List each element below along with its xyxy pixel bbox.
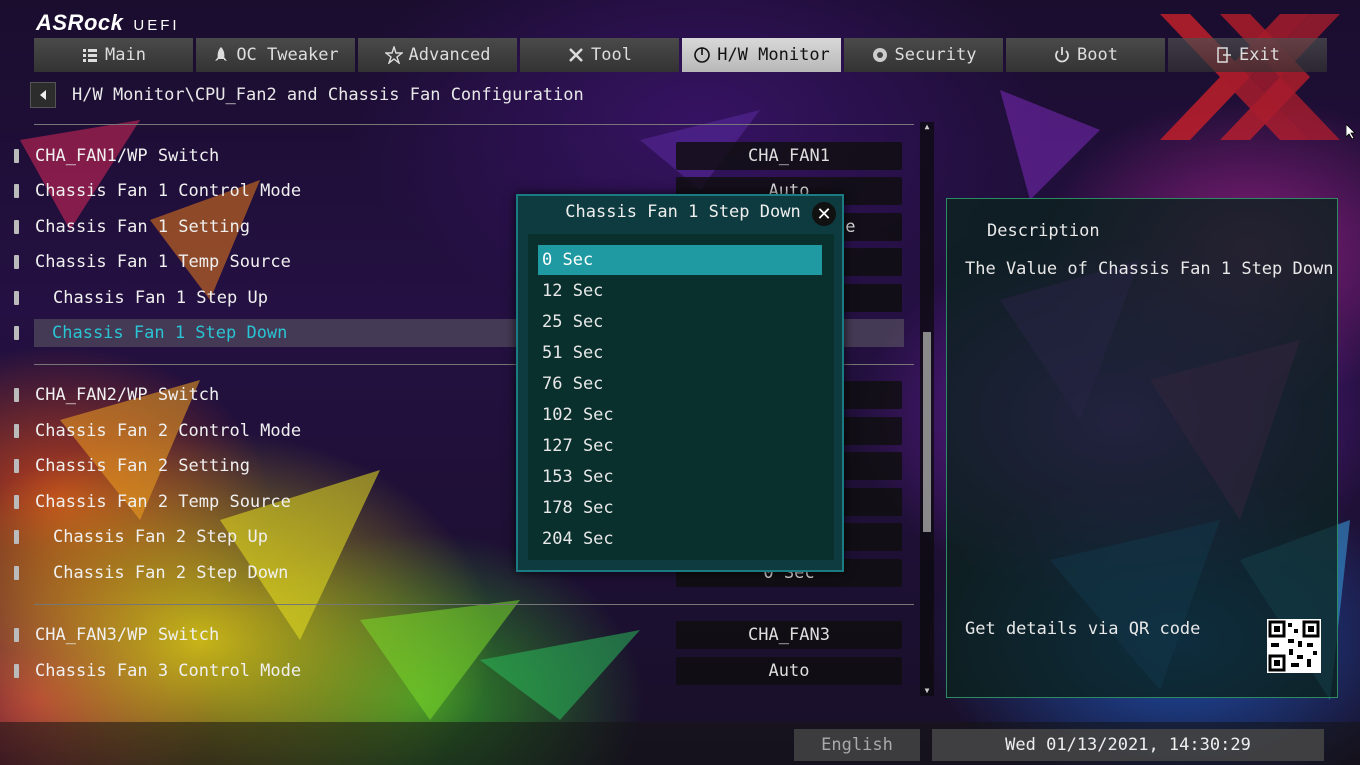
tab-hw-monitor[interactable]: H/W Monitor: [682, 38, 841, 72]
tab-exit-label: Exit: [1239, 45, 1280, 65]
watermark-logo: [1160, 14, 1340, 140]
divider: [34, 124, 914, 125]
language-button[interactable]: English: [794, 729, 920, 761]
setting-label: Chassis Fan 2 Setting: [35, 456, 250, 476]
row-marker: [14, 326, 19, 340]
row-marker: [14, 530, 19, 544]
option-item[interactable]: 178 Sec: [538, 493, 822, 523]
tab-security-label: Security: [894, 45, 977, 65]
qr-caption: Get details via QR code: [965, 619, 1201, 639]
tab-hw-monitor-label: H/W Monitor: [717, 45, 830, 65]
monitor-icon: [694, 47, 711, 63]
setting-label: Chassis Fan 3 Control Mode: [35, 661, 302, 681]
power-icon: [1055, 47, 1069, 63]
setting-label: Chassis Fan 2 Step Down: [53, 563, 289, 583]
setting-row[interactable]: CHA_FAN1/WP Switch CHA_FAN1: [14, 142, 914, 170]
main-nav: Main OC Tweaker Advanced Tool H/W Monito…: [34, 38, 1327, 72]
option-item[interactable]: 76 Sec: [538, 369, 822, 399]
setting-label: CHA_FAN3/WP Switch: [35, 625, 220, 645]
shield-icon: [872, 48, 887, 62]
breadcrumb-path: H/W Monitor\CPU_Fan2 and Chassis Fan Con…: [72, 85, 584, 105]
row-marker: [14, 424, 19, 438]
star-icon: [384, 46, 403, 64]
rocket-icon: [215, 47, 228, 61]
description-text: The Value of Chassis Fan 1 Step Down: [965, 259, 1334, 279]
back-arrow-icon: [40, 90, 46, 100]
tab-boot-label: Boot: [1077, 45, 1118, 65]
option-item[interactable]: 51 Sec: [538, 338, 822, 368]
setting-label: Chassis Fan 2 Step Up: [53, 527, 268, 547]
option-item[interactable]: 153 Sec: [538, 462, 822, 492]
list-icon: [83, 49, 98, 62]
qr-code-icon: [1267, 619, 1321, 673]
setting-label: Chassis Fan 1 Control Mode: [35, 181, 302, 201]
datetime-display: Wed 01/13/2021, 14:30:29: [932, 729, 1324, 761]
tab-main[interactable]: Main: [34, 38, 193, 72]
setting-label: CHA_FAN1/WP Switch: [35, 146, 220, 166]
tab-oc-tweaker[interactable]: OC Tweaker: [196, 38, 355, 72]
setting-label: Chassis Fan 2 Temp Source: [35, 492, 291, 512]
row-marker: [14, 184, 19, 198]
tab-tool-label: Tool: [591, 45, 632, 65]
tab-advanced[interactable]: Advanced: [358, 38, 517, 72]
breadcrumb: H/W Monitor\CPU_Fan2 and Chassis Fan Con…: [30, 82, 584, 108]
row-marker: [14, 628, 19, 642]
setting-value[interactable]: CHA_FAN1: [676, 142, 902, 170]
settings-scrollbar[interactable]: ▲ ▼: [920, 122, 934, 696]
tab-tool[interactable]: Tool: [520, 38, 679, 72]
setting-value[interactable]: CHA_FAN3: [676, 621, 902, 649]
setting-label: Chassis Fan 1 Step Up: [53, 288, 268, 308]
close-icon[interactable]: ✕: [812, 202, 836, 226]
options-list: 0 Sec 12 Sec 25 Sec 51 Sec 76 Sec 102 Se…: [528, 234, 834, 560]
setting-value[interactable]: Auto: [676, 657, 902, 685]
asrock-logo: ASRock UEFI: [36, 10, 180, 35]
tab-oc-tweaker-label: OC Tweaker: [236, 45, 339, 65]
row-marker: [14, 255, 19, 269]
option-item[interactable]: 12 Sec: [538, 276, 822, 306]
row-marker: [14, 388, 19, 402]
option-item[interactable]: 127 Sec: [538, 431, 822, 461]
tab-main-label: Main: [105, 45, 146, 65]
setting-label: CHA_FAN2/WP Switch: [35, 385, 220, 405]
scroll-thumb[interactable]: [923, 332, 931, 532]
mouse-cursor-icon: [1346, 124, 1356, 140]
setting-label: Chassis Fan 2 Control Mode: [35, 421, 302, 441]
back-button[interactable]: [30, 82, 56, 108]
row-marker: [14, 291, 19, 305]
option-item[interactable]: 102 Sec: [538, 400, 822, 430]
tools-icon: [569, 48, 583, 62]
setting-row[interactable]: Chassis Fan 3 Control Mode Auto: [14, 657, 914, 685]
setting-label: Chassis Fan 1 Temp Source: [35, 252, 291, 272]
tab-exit[interactable]: Exit: [1168, 38, 1327, 72]
row-marker: [14, 149, 19, 163]
option-item[interactable]: 25 Sec: [538, 307, 822, 337]
row-marker: [14, 664, 19, 678]
tab-advanced-label: Advanced: [408, 45, 491, 65]
setting-label: Chassis Fan 1 Step Down: [52, 323, 288, 343]
popup-title: Chassis Fan 1 Step Down: [565, 202, 801, 222]
setting-label: Chassis Fan 1 Setting: [35, 217, 250, 237]
row-marker: [14, 566, 19, 580]
tab-boot[interactable]: Boot: [1006, 38, 1165, 72]
scroll-up-icon[interactable]: ▲: [920, 122, 934, 132]
scroll-down-icon[interactable]: ▼: [920, 686, 934, 696]
option-item[interactable]: 204 Sec: [538, 524, 822, 554]
description-panel: Description The Value of Chassis Fan 1 S…: [946, 198, 1338, 698]
setting-row[interactable]: CHA_FAN3/WP Switch CHA_FAN3: [14, 621, 914, 649]
step-down-popup: Chassis Fan 1 Step Down ✕ 0 Sec 12 Sec 2…: [516, 194, 844, 572]
divider: [34, 604, 914, 605]
option-item-selected[interactable]: 0 Sec: [538, 245, 822, 275]
tab-security[interactable]: Security: [844, 38, 1003, 72]
description-title: Description: [987, 221, 1100, 241]
exit-icon: [1217, 47, 1232, 63]
row-marker: [14, 220, 19, 234]
row-marker: [14, 459, 19, 473]
row-marker: [14, 495, 19, 509]
